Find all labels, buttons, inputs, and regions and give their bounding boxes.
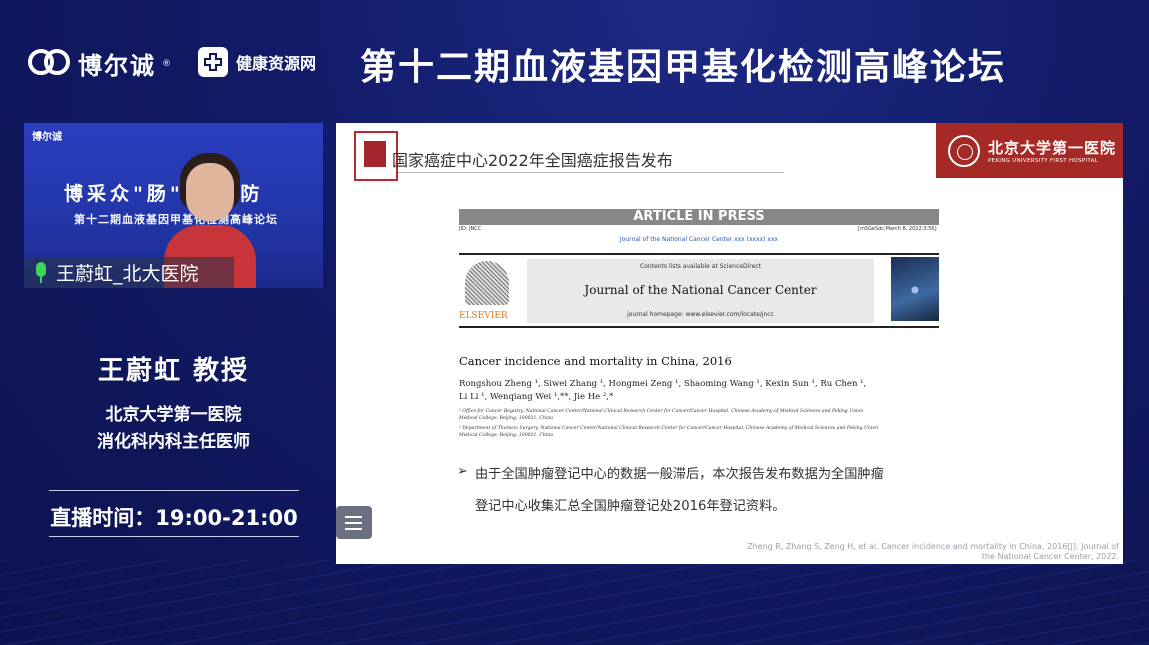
live-time: 直播时间：19:00-21:00: [50, 506, 298, 530]
event-title: 第十二期血液基因甲基化检测高峰论坛: [360, 47, 1007, 88]
journal-citation-link: Journal of the National Cancer Center xx…: [619, 236, 779, 243]
partner-logo: 健康资源网: [198, 47, 316, 77]
bullet-text-line-2: 登记中心收集汇总全国肿瘤登记处2016年登记资料。: [475, 499, 786, 514]
journal-name: Journal of the National Cancer Center: [584, 283, 817, 297]
affiliation-2: ² Department of Thoracic Surgery, Nation…: [459, 426, 879, 438]
affiliation-1: ¹ Office for Cancer Registry, National C…: [459, 409, 864, 421]
speaker-position: 消化科内科主任医师: [97, 432, 250, 452]
journal-header: ELSEVIER Contents lists available at Sci…: [459, 253, 939, 329]
hospital-name-cn: 北京大学第一医院: [988, 139, 1117, 157]
journal-box: Contents lists available at ScienceDirec…: [527, 259, 874, 323]
article-in-press-banner: ARTICLE IN PRESS: [459, 209, 939, 225]
contents-line: Contents lists available at ScienceDirec…: [640, 263, 761, 270]
brand-logo-reg: ®: [162, 58, 171, 69]
video-mini-logo: 博尔诚: [32, 132, 62, 143]
elsevier-tree-icon: [465, 261, 509, 305]
journal-homepage: journal homepage: www.elsevier.com/locat…: [627, 311, 774, 318]
speaker-name-tag: 王蔚虹_北大医院: [24, 257, 234, 288]
elsevier-text: ELSEVIER: [459, 311, 508, 321]
slide-title: 国家癌症中心2022年全国癌症报告发布: [392, 151, 673, 170]
slide-title-underline: [398, 172, 784, 173]
brand-logo-icon: [28, 48, 72, 79]
journal-rule: [459, 326, 939, 328]
divider-top: [49, 490, 299, 491]
article-id-left: JID: JNCC: [459, 226, 482, 232]
brand-logo-text: 博尔诚: [78, 52, 156, 80]
authors-line-1: Rongshou Zheng ¹, Siwei Zhang ¹, Hongmei…: [459, 379, 867, 389]
article-id-right: [m5GeSdc;March 8, 2022;3:56]: [858, 226, 937, 232]
journal-cover-image: [891, 257, 939, 321]
bullet-arrow-icon: ➢: [457, 464, 468, 479]
slide-title-marker: [364, 141, 386, 167]
speaker-tag-text: 王蔚虹_北大医院: [56, 263, 199, 285]
divider-bottom: [49, 536, 299, 537]
authors-line-2: Li Li ¹, Wenqiang Wei ¹,**, Jie He ²,*: [459, 392, 614, 402]
citation-line-1: Zheng R, Zhang S, Zeng H, et al. Cancer …: [747, 542, 1119, 551]
hospital-name-en: PEKING UNIVERSITY FIRST HOSPITAL: [988, 158, 1099, 164]
paper-title: Cancer incidence and mortality in China,…: [459, 354, 732, 368]
speaker-affiliation: 北京大学第一医院: [105, 405, 242, 425]
speaker-name: 王蔚虹 教授: [97, 356, 250, 386]
bullet-text-line-1: 由于全国肿瘤登记中心的数据一般滞后，本次报告发布数据为全国肿瘤: [475, 467, 884, 482]
background-lines: [0, 560, 1149, 645]
presentation-slide: 国家癌症中心2022年全国癌症报告发布 北京大学第一医院 PEKING UNIV…: [336, 123, 1123, 564]
hospital-logo: 北京大学第一医院 PEKING UNIVERSITY FIRST HOSPITA…: [936, 123, 1123, 178]
elsevier-logo: ELSEVIER: [459, 259, 515, 323]
health-cross-icon: [198, 47, 228, 77]
brand-logo: 博尔诚 ®: [28, 46, 171, 81]
microphone-icon[interactable]: [34, 261, 48, 284]
list-menu-icon[interactable]: [336, 506, 372, 539]
partner-logo-text: 健康资源网: [236, 54, 317, 73]
hospital-seal-icon: [948, 134, 980, 167]
citation-line-2: the National Cancer Center, 2022.: [981, 552, 1119, 561]
